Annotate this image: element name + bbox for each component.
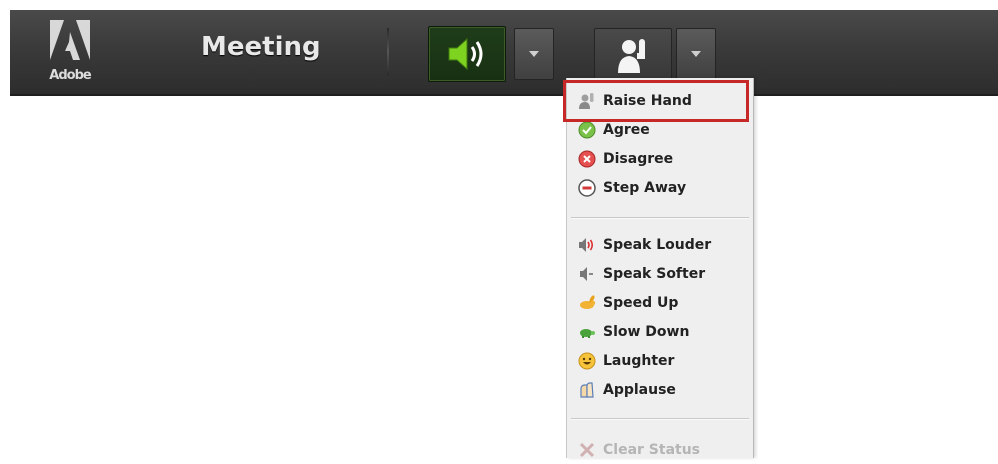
- adobe-logo: Adobe: [40, 18, 100, 88]
- speaker-options-dropdown[interactable]: [514, 28, 554, 80]
- menu-item-label: Speak Louder: [603, 237, 712, 253]
- meeting-toolbar: Adobe Meeting: [10, 10, 998, 96]
- menu-item-label: Disagree: [603, 151, 674, 167]
- laughter-smiley-icon: [577, 351, 597, 371]
- menu-divider: [571, 418, 749, 420]
- step-away-icon: [577, 178, 597, 198]
- menu-item-label: Laughter: [603, 353, 675, 369]
- toolbar-divider: [387, 28, 389, 76]
- speaker-button[interactable]: [428, 26, 506, 82]
- chevron-down-icon: [529, 51, 539, 57]
- my-status-button[interactable]: [594, 28, 672, 80]
- menu-item-speak-softer[interactable]: Speak Softer: [567, 260, 753, 288]
- meeting-menu-button[interactable]: Meeting: [201, 32, 321, 62]
- menu-item-disagree[interactable]: Disagree: [567, 145, 753, 173]
- menu-item-slow-down[interactable]: Slow Down: [567, 318, 753, 346]
- speak-louder-icon: [577, 235, 597, 255]
- menu-item-label: Applause: [603, 382, 676, 398]
- menu-item-label: Step Away: [603, 180, 687, 196]
- speaker-icon: [445, 36, 489, 76]
- slow-down-turtle-icon: [577, 322, 597, 342]
- chevron-down-icon: [691, 51, 701, 57]
- applause-hands-icon: [577, 380, 597, 400]
- status-dropdown-menu: Raise Hand Agree Disagree Step Away Spea…: [566, 78, 754, 458]
- menu-item-applause[interactable]: Applause: [567, 376, 753, 404]
- menu-item-label: Speak Softer: [603, 266, 706, 282]
- disagree-x-icon: [577, 149, 597, 169]
- clear-status-icon: [577, 440, 597, 460]
- menu-item-speak-louder[interactable]: Speak Louder: [567, 231, 753, 259]
- agree-check-icon: [577, 120, 597, 140]
- speak-softer-icon: [577, 264, 597, 284]
- menu-item-label: Speed Up: [603, 295, 679, 311]
- menu-item-label: Agree: [603, 122, 650, 138]
- status-options-dropdown[interactable]: [676, 28, 716, 80]
- menu-divider: [571, 217, 749, 219]
- raise-hand-person-icon: [615, 35, 651, 79]
- raise-hand-highlight: [563, 80, 749, 122]
- menu-item-label: Clear Status: [603, 442, 701, 458]
- adobe-logo-text: Adobe: [49, 68, 91, 83]
- speed-up-rabbit-icon: [577, 293, 597, 313]
- menu-item-laughter[interactable]: Laughter: [567, 347, 753, 375]
- menu-item-step-away[interactable]: Step Away: [567, 174, 753, 202]
- menu-item-clear-status[interactable]: Clear Status: [567, 436, 753, 464]
- menu-item-speed-up[interactable]: Speed Up: [567, 289, 753, 317]
- menu-item-label: Slow Down: [603, 324, 690, 340]
